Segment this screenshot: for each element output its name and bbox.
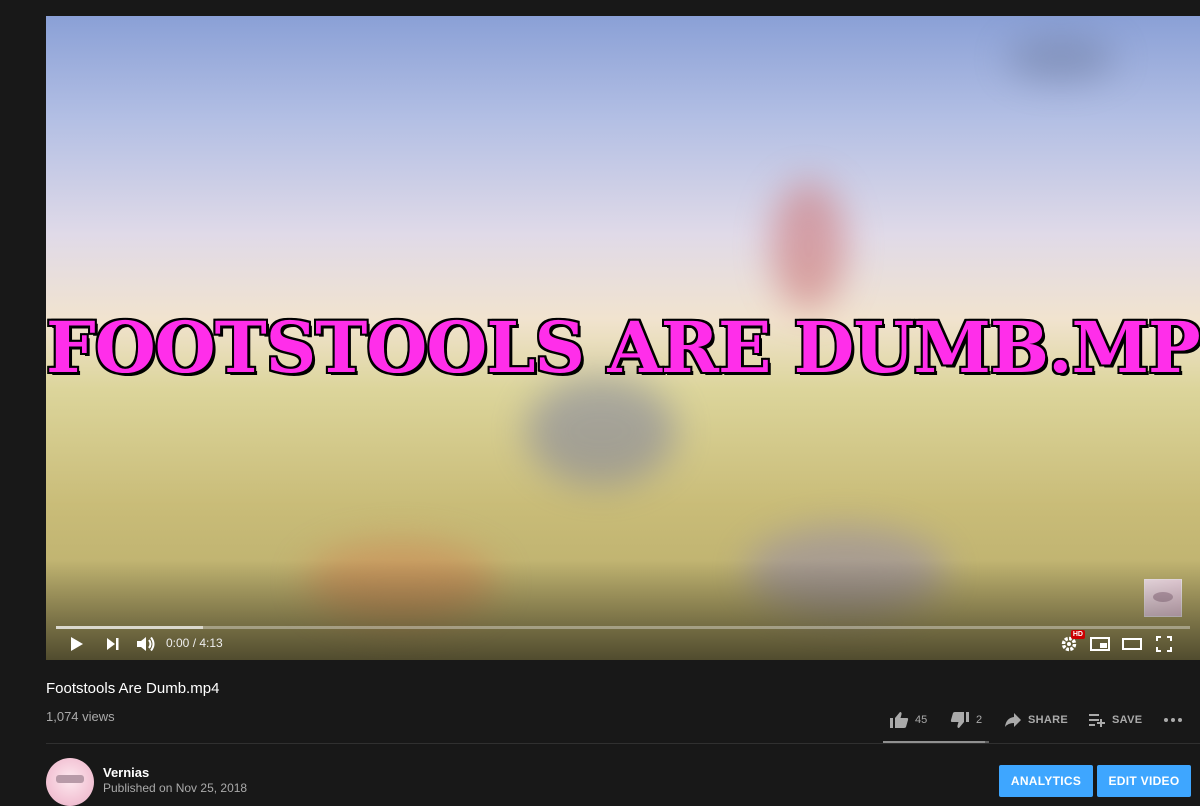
video-frame-blur [526,376,676,486]
publish-date: Published on Nov 25, 2018 [103,781,248,795]
settings-button[interactable]: HD [1058,630,1085,654]
theater-mode-button[interactable] [1121,634,1143,654]
video-title: Footstools Are Dumb.mp4 [46,680,220,697]
divider [46,743,1200,744]
avatar-image [56,775,84,783]
channel-avatar[interactable] [46,758,94,806]
save-label: SAVE [1112,714,1143,726]
video-overlay-title: FOOTSTOOLS ARE DUMB.MP4 [46,304,1200,391]
play-button[interactable] [66,634,88,654]
fullscreen-icon [1156,636,1172,652]
video-frame-blur [771,181,846,311]
hd-badge: HD [1070,630,1085,639]
dislike-button[interactable]: 2 [950,708,982,732]
volume-button[interactable] [134,634,158,654]
action-bar: 45 2 SHARE SAVE [0,708,1200,732]
miniplayer-button[interactable] [1089,634,1111,654]
theater-icon [1122,638,1142,650]
save-button[interactable]: SAVE [1088,708,1142,732]
like-count: 45 [915,714,928,726]
share-label: SHARE [1028,714,1069,726]
video-frame-blur [1006,36,1116,81]
time-display: 0:00 / 4:13 [166,636,223,650]
thumbs-down-icon [950,712,969,728]
play-icon [71,637,83,651]
time-separator: / [189,636,200,650]
edit-video-button[interactable]: EDIT VIDEO [1097,765,1191,797]
miniplayer-icon [1090,637,1110,651]
like-button[interactable]: 45 [889,708,927,732]
next-icon [107,638,119,650]
thumbs-up-icon [890,712,909,728]
time-current: 0:00 [166,636,190,650]
fullscreen-button[interactable] [1153,634,1175,654]
share-button[interactable]: SHARE [1004,708,1068,732]
time-total: 4:13 [199,636,223,650]
video-player[interactable]: FOOTSTOOLS ARE DUMB.MP4 0:00 / 4:13 HD [46,16,1200,660]
analytics-button[interactable]: ANALYTICS [999,765,1093,797]
channel-name[interactable]: Vernias [103,765,149,780]
more-actions-button[interactable] [1163,708,1183,732]
more-horizontal-icon [1164,718,1182,722]
playlist-add-icon [1089,714,1105,727]
volume-icon [137,636,155,652]
dislike-count: 2 [976,714,983,726]
progress-loaded [56,626,204,629]
next-button[interactable] [102,634,124,654]
share-icon [1005,713,1021,727]
progress-bar[interactable] [56,626,1190,629]
